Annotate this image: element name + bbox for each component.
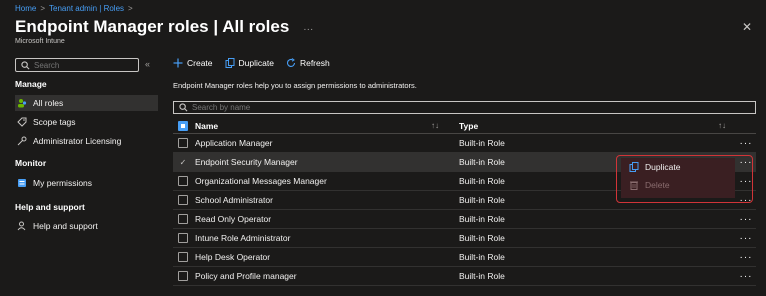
duplicate-button[interactable]: Duplicate <box>225 58 274 68</box>
row-checkbox[interactable] <box>178 271 188 281</box>
table-row[interactable]: Application Manager Built-in Role ··· <box>173 134 756 153</box>
permissions-icon <box>17 178 27 188</box>
row-checkbox[interactable] <box>178 233 188 243</box>
plus-icon <box>173 58 183 68</box>
row-more-icon[interactable]: ··· <box>736 233 756 244</box>
role-name[interactable]: Help Desk Operator <box>195 252 270 262</box>
tag-icon <box>17 117 27 127</box>
user-roles-icon <box>17 98 27 108</box>
role-type: Built-in Role <box>459 271 505 281</box>
title-row: Endpoint Manager roles | All roles ··· <box>15 17 313 37</box>
sort-icon[interactable]: ↑↓ <box>718 121 726 130</box>
key-icon <box>17 136 27 146</box>
sidebar-item-help-and-support[interactable]: Help and support <box>15 218 158 234</box>
breadcrumb-separator: > <box>128 4 133 13</box>
row-checkbox[interactable] <box>178 176 188 186</box>
row-checkbox[interactable]: ✓ <box>178 157 188 167</box>
row-more-icon[interactable]: ··· <box>736 271 756 282</box>
select-all-checkbox[interactable] <box>178 120 188 131</box>
sidebar-item-label: All roles <box>33 98 64 108</box>
page-title: Endpoint Manager roles | All roles <box>15 17 290 36</box>
role-type: Built-in Role <box>459 157 505 167</box>
breadcrumb: Home > Tenant admin | Roles > <box>15 4 133 13</box>
more-options-icon[interactable]: ··· <box>303 24 313 35</box>
role-name[interactable]: Endpoint Security Manager <box>195 157 298 167</box>
collapse-sidebar-icon[interactable]: « <box>145 59 150 69</box>
page-subtitle: Microsoft Intune <box>15 38 65 45</box>
duplicate-icon <box>225 58 235 68</box>
sidebar-item-label: Help and support <box>33 221 98 231</box>
row-checkbox[interactable] <box>178 214 188 224</box>
breadcrumb-home[interactable]: Home <box>15 4 36 13</box>
role-type: Built-in Role <box>459 138 505 148</box>
sidebar-item-scope-tags[interactable]: Scope tags <box>15 114 158 130</box>
row-checkbox[interactable] <box>178 195 188 205</box>
create-label: Create <box>187 58 213 68</box>
sidebar-item-administrator-licensing[interactable]: Administrator Licensing <box>15 133 158 149</box>
search-icon <box>20 60 30 70</box>
help-person-icon <box>17 221 27 231</box>
row-more-icon[interactable]: ··· <box>736 214 756 225</box>
role-name[interactable]: Organizational Messages Manager <box>195 176 327 186</box>
row-checkbox[interactable] <box>178 138 188 148</box>
row-more-icon[interactable]: ··· <box>736 252 756 263</box>
refresh-label: Refresh <box>299 58 330 68</box>
section-manage: Manage <box>15 79 47 89</box>
sidebar-item-label: Administrator Licensing <box>33 136 122 146</box>
sidebar-search-input[interactable] <box>34 60 134 70</box>
section-help-and-support: Help and support <box>15 202 85 212</box>
breadcrumb-separator: > <box>40 4 46 13</box>
filter-search[interactable] <box>173 101 756 114</box>
role-name[interactable]: Read Only Operator <box>195 214 271 224</box>
table-row[interactable]: Help Desk Operator Built-in Role ··· <box>173 248 756 267</box>
role-type: Built-in Role <box>459 195 505 205</box>
close-button[interactable]: ✕ <box>742 20 752 34</box>
role-name[interactable]: School Administrator <box>195 195 273 205</box>
row-more-icon[interactable]: ··· <box>736 138 756 149</box>
table-header: Name ↑↓ Type ↑↓ <box>173 118 756 134</box>
column-header-type[interactable]: Type <box>459 121 478 131</box>
sort-icon[interactable]: ↑↓ <box>431 121 439 130</box>
table-row[interactable]: Read Only Operator Built-in Role ··· <box>173 210 756 229</box>
sidebar-item-label: Scope tags <box>33 117 76 127</box>
table-row[interactable]: Intune Role Administrator Built-in Role … <box>173 229 756 248</box>
sidebar-item-all-roles[interactable]: All roles <box>15 95 158 111</box>
table-row[interactable]: Policy and Profile manager Built-in Role… <box>173 267 756 286</box>
sidebar-search[interactable] <box>15 58 139 72</box>
refresh-icon <box>286 58 296 68</box>
role-type: Built-in Role <box>459 252 505 262</box>
column-header-name[interactable]: Name <box>195 121 218 131</box>
sidebar-item-label: My permissions <box>33 178 93 188</box>
breadcrumb-tenant-admin-roles[interactable]: Tenant admin | Roles <box>49 4 124 13</box>
row-checkbox[interactable] <box>178 252 188 262</box>
sidebar-item-my-permissions[interactable]: My permissions <box>15 175 158 191</box>
search-icon <box>178 103 188 113</box>
section-monitor: Monitor <box>15 158 47 168</box>
filter-search-input[interactable] <box>192 103 492 112</box>
role-type: Built-in Role <box>459 233 505 243</box>
page-description: Endpoint Manager roles help you to assig… <box>173 81 417 90</box>
role-type: Built-in Role <box>459 176 505 186</box>
role-name[interactable]: Application Manager <box>195 138 273 148</box>
role-name[interactable]: Intune Role Administrator <box>195 233 290 243</box>
context-menu-highlight <box>616 155 753 203</box>
role-name[interactable]: Policy and Profile manager <box>195 271 297 281</box>
create-button[interactable]: Create <box>173 58 213 68</box>
duplicate-label: Duplicate <box>238 58 274 68</box>
refresh-button[interactable]: Refresh <box>286 58 330 68</box>
command-bar: Create Duplicate Refresh <box>173 58 330 68</box>
role-type: Built-in Role <box>459 214 505 224</box>
